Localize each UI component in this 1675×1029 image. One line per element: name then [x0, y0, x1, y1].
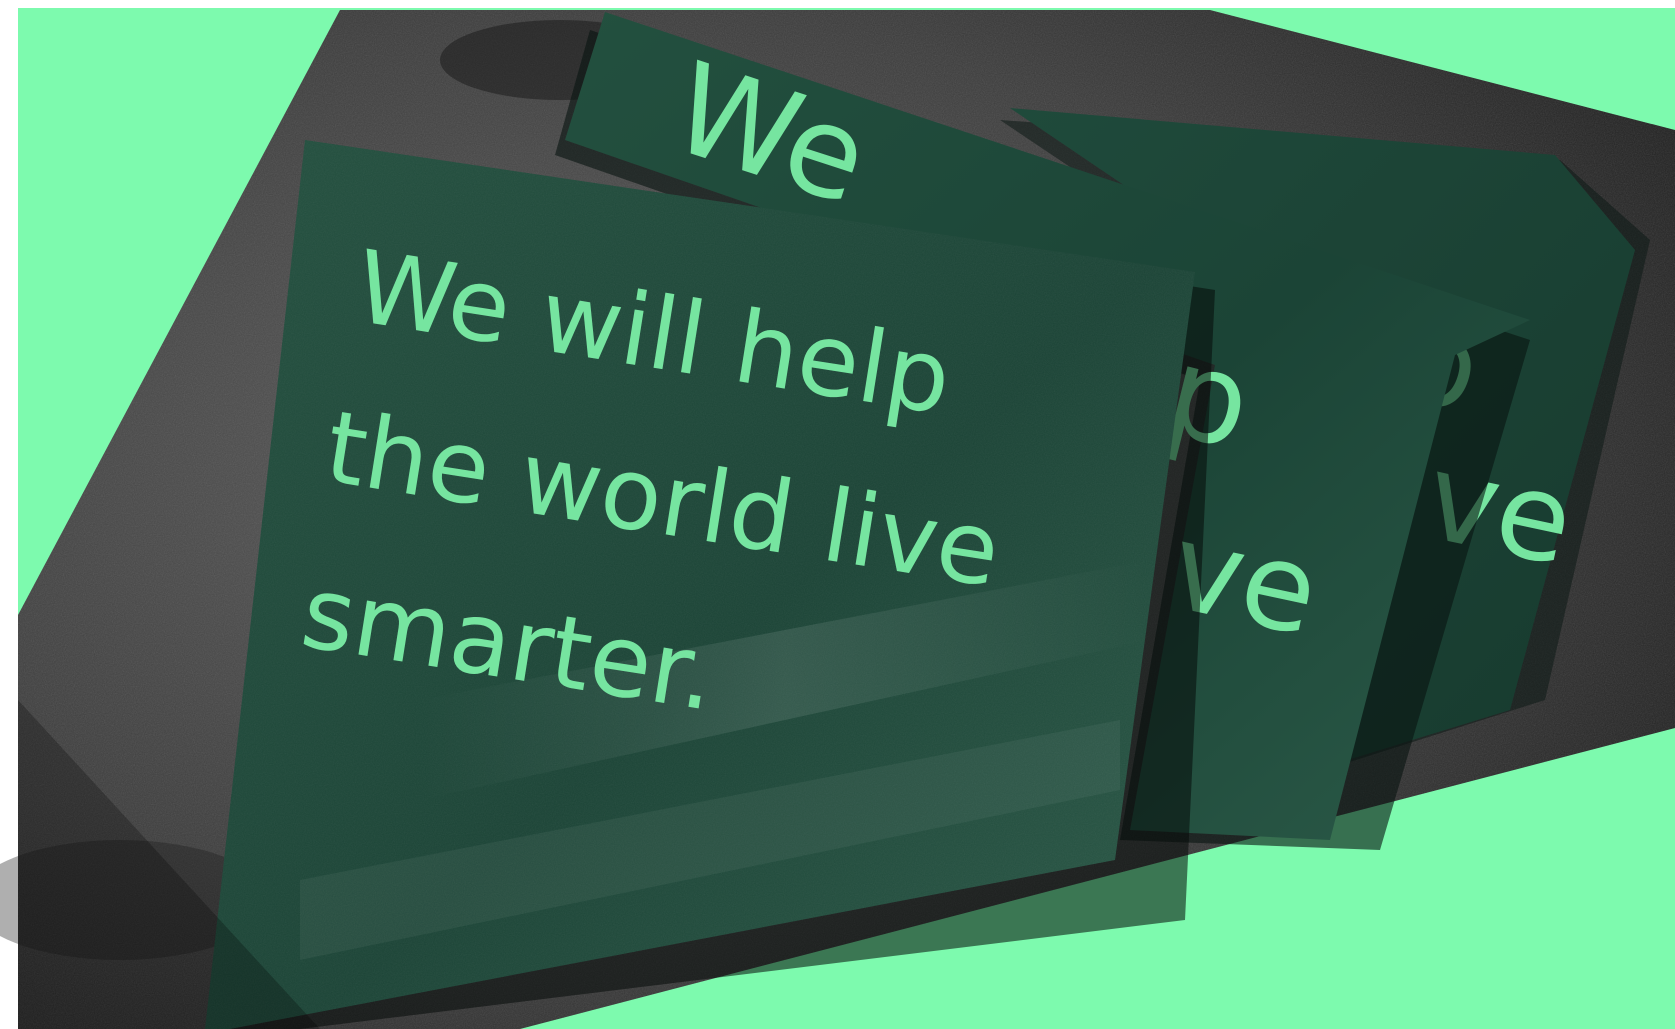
- photo-scene: lp ve We p ve We will help the world liv…: [0, 0, 1675, 1029]
- photo-canvas: lp ve We p ve We will help the world liv…: [0, 0, 1675, 1029]
